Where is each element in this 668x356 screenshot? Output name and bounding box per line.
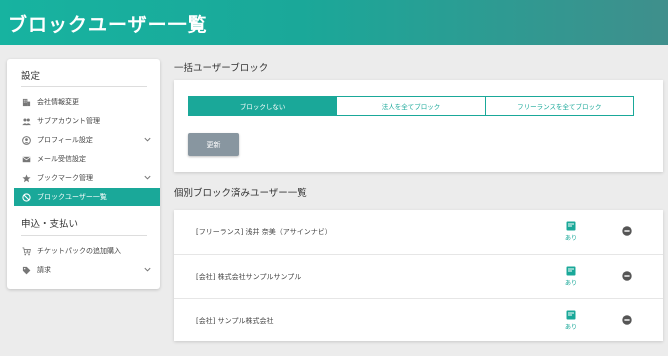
sidebar-item-billing[interactable]: 請求 [14,261,160,279]
update-button[interactable]: 更新 [188,133,239,156]
option-no-block[interactable]: ブロックしない [189,97,338,115]
memo-label: あり [564,235,577,242]
sidebar-divider [21,86,147,87]
sidebar-item-blocked-users[interactable]: ブロックユーザー一覧 [14,188,160,206]
blocked-user-name: [会社] 株式会社サンプルサンプル [196,273,302,281]
account-circle-icon [21,135,32,146]
star-icon [21,173,32,184]
sidebar-item-sub-accounts[interactable]: サブアカウント管理 [14,112,160,130]
sidebar-item-label: ブロックユーザー一覧 [37,193,107,201]
memo-indicator[interactable]: あり [564,266,578,287]
sidebar-item-bookmarks[interactable]: ブックマーク管理 [14,169,160,187]
block-icon [21,192,32,203]
cart-icon [21,246,32,257]
table-row: [フリーランス] 浅井 奈美（アサインナビ） あり [174,210,663,254]
option-block-all-corporate[interactable]: 法人を全てブロック [337,97,486,115]
blocked-users-heading: 個別ブロック済みユーザー一覧 [174,188,307,199]
blocked-user-name: [会社] サンプル株式会社 [196,317,274,325]
sidebar-item-mail-settings[interactable]: メール受信設定 [14,150,160,168]
sidebar-item-ticket-purchase[interactable]: チケットパックの追加購入 [14,242,160,260]
sidebar-item-label: 請求 [37,266,51,274]
memo-label: あり [564,280,577,287]
note-icon [566,266,576,276]
blocked-user-name: [フリーランス] 浅井 奈美（アサインナビ） [196,228,332,236]
sidebar-section-settings: 設定 [21,71,41,82]
remove-icon[interactable] [622,315,632,325]
remove-icon[interactable] [622,226,632,236]
building-icon [21,97,32,108]
sidebar-item-label: サブアカウント管理 [37,117,100,125]
table-row: [会社] 株式会社サンプルサンプル あり [174,254,663,298]
mail-icon [21,154,32,165]
chevron-down-icon [144,137,151,142]
remove-icon[interactable] [622,271,632,281]
tag-icon [21,265,32,276]
sidebar-divider [21,235,147,236]
people-icon [21,116,32,127]
sidebar-item-label: ブックマーク管理 [37,174,93,182]
page-title: ブロックユーザー一覧 [8,14,208,36]
sidebar-item-profile-settings[interactable]: プロフィール設定 [14,131,160,149]
memo-indicator[interactable]: あり [564,221,578,242]
sidebar-item-label: プロフィール設定 [37,136,93,144]
chevron-down-icon [144,175,151,180]
table-row: [会社] サンプル株式会社 あり [174,298,663,342]
app-header: ブロックユーザー一覧 [0,0,668,45]
chevron-down-icon [144,267,151,272]
option-block-all-freelance[interactable]: フリーランスを全てブロック [485,97,633,115]
memo-indicator[interactable]: あり [564,310,578,331]
sidebar-item-label: メール受信設定 [37,155,86,163]
settings-sidebar: 設定 会社情報変更 サブアカウント管理 プロフィール設定 メール受信設定 ブック… [7,59,160,289]
memo-label: あり [564,324,577,331]
bulk-block-card [174,80,663,172]
note-icon [566,221,576,231]
sidebar-item-company-info[interactable]: 会社情報変更 [14,93,160,111]
bulk-block-segmented-control: ブロックしない 法人を全てブロック フリーランスを全てブロック [188,96,634,116]
note-icon [566,310,576,320]
sidebar-section-billing: 申込・支払い [21,219,79,230]
sidebar-item-label: 会社情報変更 [37,98,79,106]
sidebar-item-label: チケットパックの追加購入 [37,247,121,255]
bulk-block-heading: 一括ユーザーブロック [174,63,269,74]
